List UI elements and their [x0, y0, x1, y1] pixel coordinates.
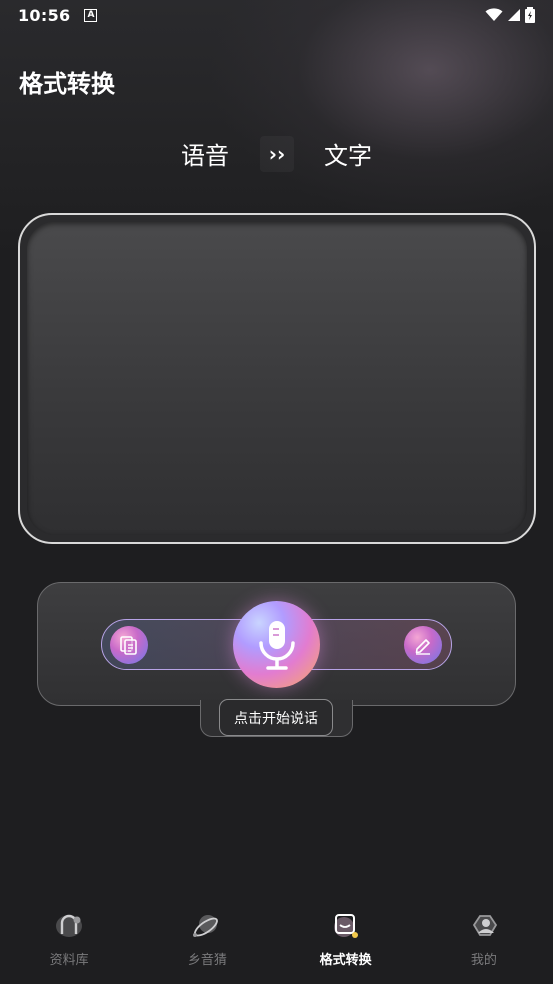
wifi-icon: [485, 8, 503, 21]
page-title: 格式转换: [19, 70, 115, 98]
nav-label-format-convert: 格式转换: [319, 953, 372, 968]
convert-icon: [329, 911, 363, 941]
profile-icon: [467, 911, 501, 941]
nav-item-profile[interactable]: 我的: [415, 900, 553, 984]
library-icon: [52, 911, 86, 941]
source-language-label[interactable]: 语音: [181, 136, 229, 171]
target-language-label[interactable]: 文字: [324, 136, 372, 171]
nav-item-library[interactable]: 资料库: [0, 900, 138, 984]
swap-direction-button[interactable]: ››: [260, 136, 294, 172]
status-icons: [485, 7, 535, 23]
planet-icon: [190, 911, 224, 941]
bottom-navigation: 资料库 乡音猜 格式转换 我的: [0, 900, 553, 984]
transcription-card: [18, 213, 536, 544]
record-hint-label: 点击开始说话: [219, 699, 333, 736]
nav-label-dialect-guess: 乡音猜: [187, 953, 227, 968]
nav-label-library: 资料库: [49, 953, 89, 968]
record-button[interactable]: [233, 601, 320, 688]
status-bar: 10:56 A: [0, 0, 553, 30]
copy-button[interactable]: [110, 626, 148, 664]
transcription-text-area[interactable]: [27, 222, 527, 535]
battery-icon: [525, 7, 535, 23]
notification-icon: A: [84, 8, 98, 22]
microphone-icon: [258, 620, 295, 670]
edit-button[interactable]: [404, 626, 442, 664]
nav-item-dialect-guess[interactable]: 乡音猜: [138, 900, 276, 984]
nav-item-format-convert[interactable]: 格式转换: [277, 900, 415, 984]
nav-label-profile: 我的: [470, 953, 497, 968]
signal-icon: [508, 9, 520, 21]
status-time: 10:56: [18, 5, 71, 25]
pencil-icon: [415, 639, 430, 655]
copy-icon: [120, 636, 137, 655]
language-switcher: 语音 ›› 文字: [0, 136, 553, 172]
